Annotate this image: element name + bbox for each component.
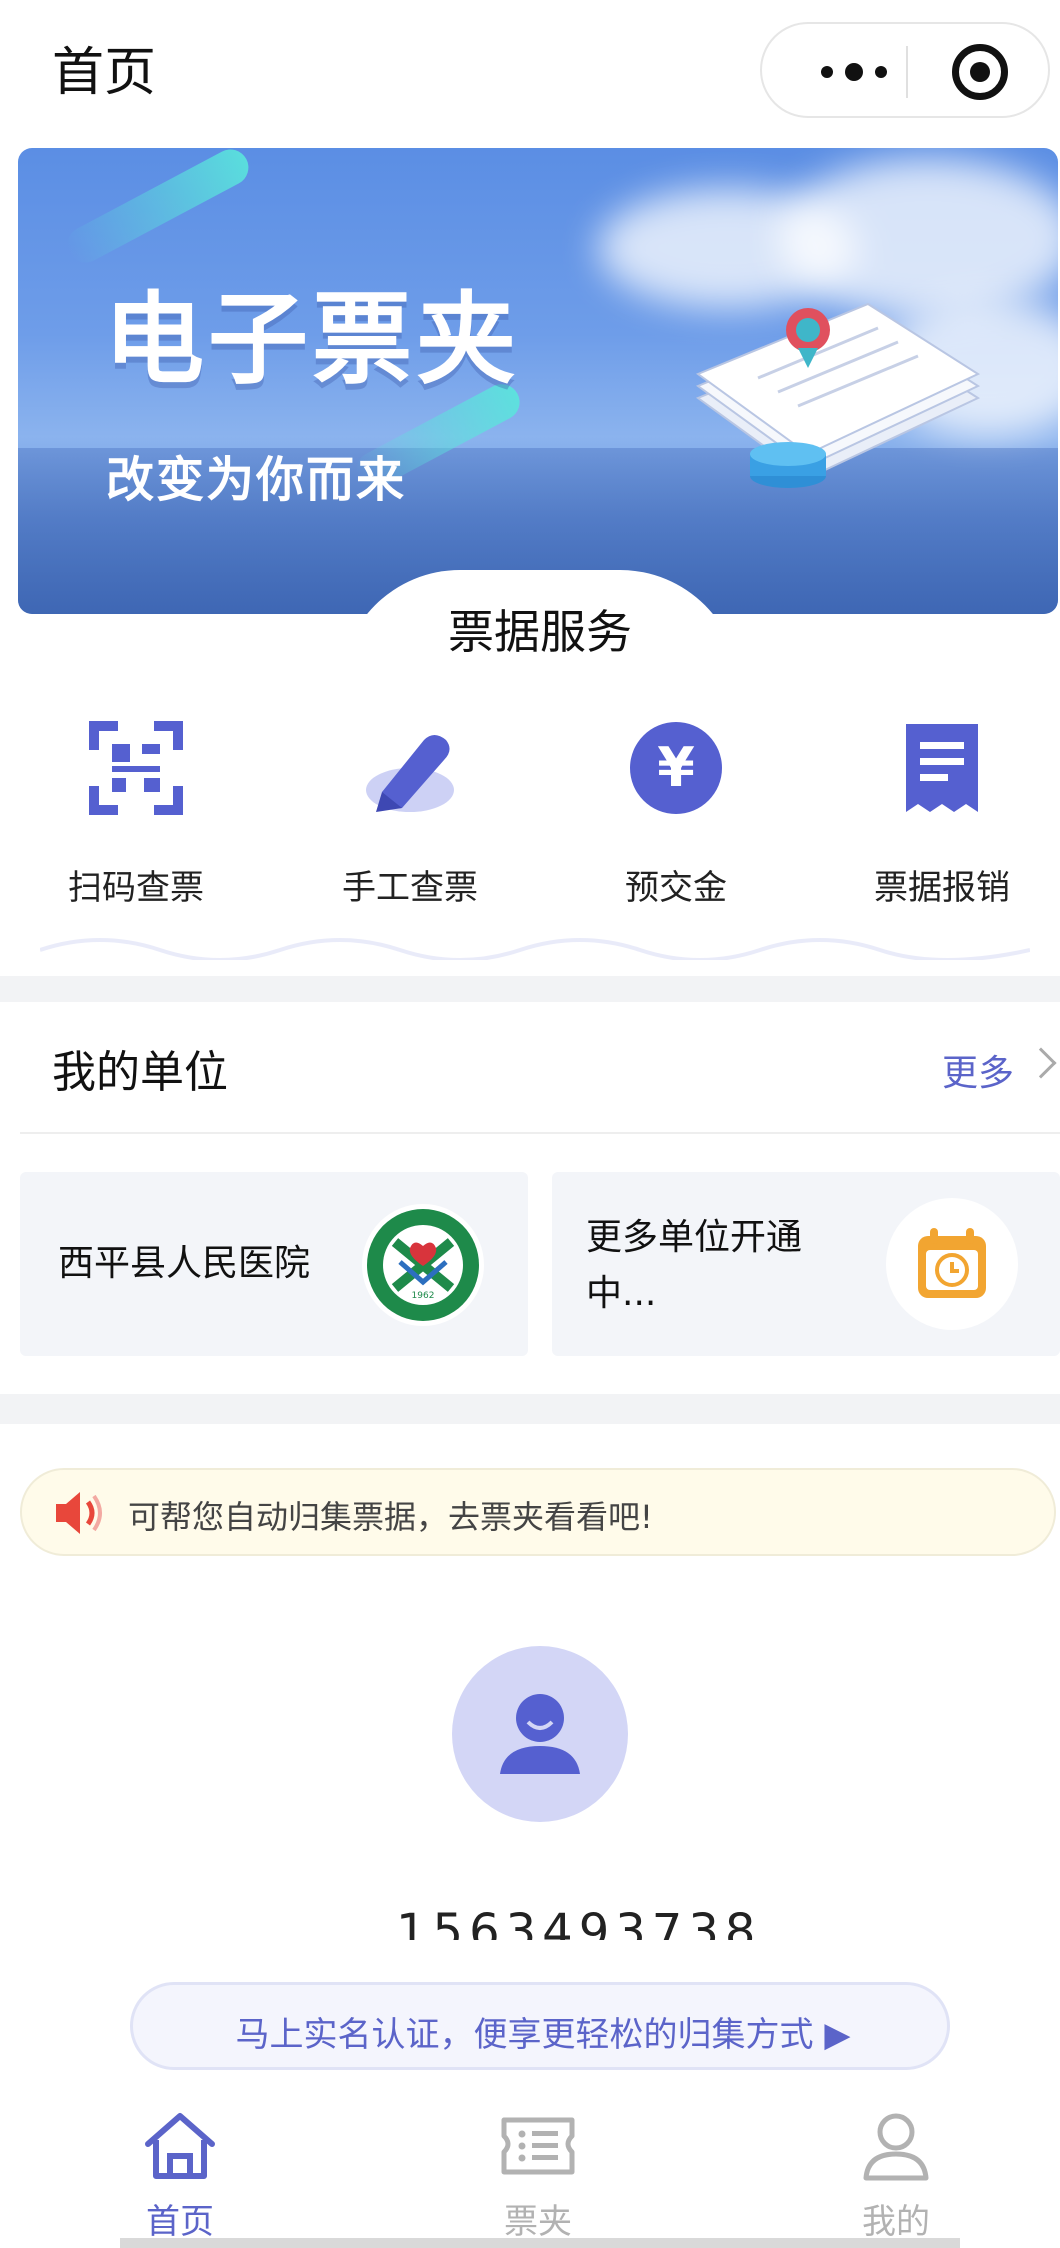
user-avatar-icon <box>500 1694 580 1774</box>
chevron-right-icon[interactable] <box>1025 1047 1057 1079</box>
decorative-pattern <box>40 938 1030 960</box>
more-menu-button[interactable] <box>804 62 904 82</box>
unit-name: 西平县人民医院 <box>58 1243 311 1284</box>
tab-mine[interactable]: 我的 <box>796 2110 996 2242</box>
svg-text:1962: 1962 <box>412 1291 435 1301</box>
home-indicator <box>120 2238 960 2248</box>
capsule-divider <box>906 46 908 98</box>
pen-icon <box>366 735 454 812</box>
real-name-verify-button[interactable]: 马上实名认证，便享更轻松的归集方式 ▶ <box>130 1982 950 2070</box>
banner[interactable]: 电子票夹 改变为你而来 <box>18 148 1058 614</box>
my-units-title: 我的单位 <box>52 1047 228 1098</box>
unit-card-hospital[interactable]: 西平县人民医院 1962 <box>20 1172 528 1356</box>
service-manual-query[interactable]: 手工查票 <box>290 720 530 910</box>
tab-label: 首页 <box>146 2202 214 2242</box>
ticket-folder-icon <box>501 2117 575 2175</box>
notice-text: 可帮您自动归集票据，去票夹看看吧! <box>128 1498 653 1536</box>
section-gap <box>0 1394 1060 1424</box>
nav-header: 首页 <box>0 0 1060 140</box>
miniprogram-capsule <box>760 22 1050 118</box>
service-label: 手工查票 <box>342 868 478 908</box>
divider <box>20 1132 1060 1134</box>
close-miniprogram-button[interactable] <box>952 44 1008 100</box>
banner-title: 电子票夹 <box>104 281 520 398</box>
receipt-icon <box>906 724 978 812</box>
banner-subtitle: 改变为你而来 <box>106 452 407 508</box>
user-icon <box>863 2113 929 2181</box>
yen-coin-icon: ¥ <box>630 722 722 814</box>
avatar[interactable] <box>452 1646 628 1822</box>
svg-text:¥: ¥ <box>657 736 695 799</box>
service-label: 预交金 <box>625 868 727 908</box>
tab-home[interactable]: 首页 <box>80 2110 280 2242</box>
services-title: 票据服务 <box>448 605 632 659</box>
notice-bar[interactable]: 可帮您自动归集票据，去票夹看看吧! <box>20 1468 1056 1556</box>
scan-qr-icon <box>89 721 183 815</box>
calendar-clock-icon <box>918 1228 986 1298</box>
unit-card-more-opening[interactable]: 更多单位开通中... <box>552 1172 1060 1356</box>
phone-number: 15634937380 <box>396 1904 760 1940</box>
unit-name: 更多单位开通中... <box>586 1217 803 1314</box>
section-gap <box>0 976 1060 1002</box>
speaker-icon <box>56 1492 102 1534</box>
service-prepaid[interactable]: ¥ 预交金 <box>556 720 796 910</box>
document-stack-icon <box>695 302 981 488</box>
service-label: 扫码查票 <box>68 868 204 908</box>
service-label: 票据报销 <box>874 868 1010 908</box>
home-icon <box>145 2113 215 2179</box>
tab-label: 票夹 <box>504 2202 572 2242</box>
tab-label: 我的 <box>862 2202 930 2242</box>
tab-ticket-folder[interactable]: 票夹 <box>438 2110 638 2242</box>
page-title: 首页 <box>52 43 157 103</box>
verify-text: 马上实名认证，便享更轻松的归集方式 ▶ <box>235 2015 851 2055</box>
hospital-logo-icon: 1962 <box>362 1204 484 1326</box>
service-scan-query[interactable]: 扫码查票 <box>16 720 256 910</box>
service-reimburse[interactable]: 票据报销 <box>822 720 1060 910</box>
my-units-more-link[interactable]: 更多 <box>942 1044 1014 1096</box>
